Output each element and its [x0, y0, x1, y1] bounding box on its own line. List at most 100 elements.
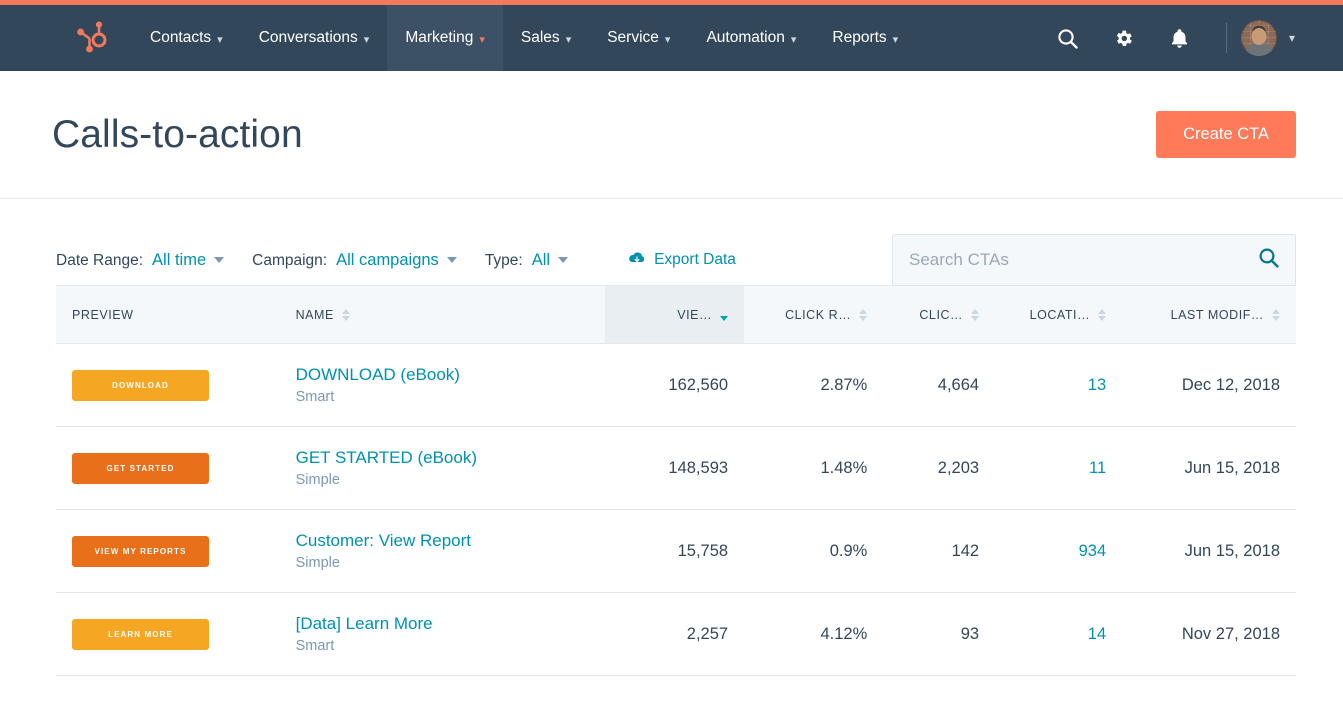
- nav-item-sales[interactable]: Sales ▾: [503, 5, 589, 71]
- sort-descending-icon[interactable]: [720, 309, 729, 321]
- cell-name: DOWNLOAD (eBook) Smart: [279, 343, 605, 427]
- locations-link[interactable]: 13: [1088, 376, 1106, 394]
- search-input[interactable]: [909, 250, 1258, 270]
- locations-link[interactable]: 11: [1089, 459, 1106, 477]
- cta-preview-button[interactable]: VIEW MY REPORTS: [72, 535, 209, 567]
- cell-last-modified: Nov 27, 2018: [1122, 592, 1296, 676]
- nav-item-reports[interactable]: Reports ▾: [814, 5, 916, 71]
- column-header-name[interactable]: NAME: [279, 285, 605, 344]
- column-label: CLICK R…: [785, 307, 852, 322]
- search-icon[interactable]: [1047, 17, 1089, 59]
- cell-locations: 11: [995, 426, 1123, 510]
- campaign-dropdown[interactable]: All campaigns: [336, 251, 457, 270]
- nav-item-automation[interactable]: Automation ▾: [688, 5, 814, 71]
- cta-preview-button[interactable]: GET STARTED: [72, 452, 209, 484]
- cell-preview: LEARN MORE: [56, 592, 280, 676]
- date-range-label: Date Range:: [56, 251, 144, 269]
- cta-type-label: Smart: [295, 388, 335, 405]
- type-filter: Type: All: [485, 251, 569, 270]
- column-label: LOCATI…: [1029, 307, 1091, 322]
- page-title: Calls-to-action: [52, 112, 303, 156]
- campaign-label: Campaign:: [252, 251, 328, 269]
- table-row[interactable]: DOWNLOAD DOWNLOAD (eBook) Smart 162,560 …: [56, 343, 1296, 427]
- user-avatar[interactable]: ▾: [1240, 20, 1295, 56]
- campaign-filter: Campaign: All campaigns: [252, 251, 457, 270]
- date-range-value: All time: [152, 250, 207, 269]
- create-cta-button[interactable]: Create CTA: [1156, 111, 1296, 158]
- chevron-down-icon: ▾: [479, 33, 485, 46]
- column-label: NAME: [295, 307, 334, 322]
- page-header: Calls-to-action Create CTA: [0, 71, 1343, 199]
- chevron-down-icon: ▾: [790, 33, 797, 46]
- cta-type-label: Simple: [295, 471, 340, 488]
- cell-locations: 13: [995, 343, 1123, 427]
- column-header-last-modified[interactable]: LAST MODIF…: [1122, 285, 1296, 344]
- search-cta-box[interactable]: [892, 234, 1296, 286]
- nav-item-conversations[interactable]: Conversations ▾: [241, 5, 388, 71]
- chevron-down-icon: ▾: [363, 33, 370, 46]
- nav-item-service[interactable]: Service ▾: [589, 5, 688, 71]
- cta-type-label: Simple: [295, 554, 340, 571]
- chevron-down-icon: ▾: [892, 33, 899, 46]
- table-row[interactable]: VIEW MY REPORTS Customer: View Report Si…: [56, 509, 1296, 593]
- sort-arrows-icon[interactable]: [1272, 308, 1280, 321]
- nav-item-marketing[interactable]: Marketing ▾: [387, 5, 503, 71]
- table-row[interactable]: GET STARTED GET STARTED (eBook) Simple 1…: [56, 426, 1296, 510]
- cta-name-link[interactable]: [Data] Learn More: [296, 614, 589, 634]
- cell-last-modified: Jun 15, 2018: [1122, 426, 1296, 510]
- sort-arrows-icon[interactable]: [971, 308, 980, 321]
- table-row[interactable]: LEARN MORE [Data] Learn More Smart 2,257…: [56, 592, 1296, 676]
- cell-preview: GET STARTED: [56, 426, 280, 510]
- sort-arrows-icon[interactable]: [1098, 308, 1107, 321]
- cell-views: 148,593: [604, 426, 745, 510]
- date-range-dropdown[interactable]: All time: [152, 250, 225, 270]
- nav-label: Contacts: [150, 29, 212, 46]
- cell-views: 15,758: [604, 509, 745, 593]
- cta-preview-button[interactable]: LEARN MORE: [72, 618, 209, 650]
- cell-click-rate: 4.12%: [744, 592, 884, 676]
- cta-name-link[interactable]: GET STARTED (eBook): [296, 448, 589, 468]
- export-data-button[interactable]: Export Data: [628, 251, 736, 270]
- table-body: DOWNLOAD DOWNLOAD (eBook) Smart 162,560 …: [56, 343, 1296, 676]
- cell-clicks: 4,664: [883, 343, 996, 427]
- cta-table: PREVIEW NAME VIE… CLICK R… CLIC… LOCATI……: [56, 285, 1296, 676]
- nav-item-contacts[interactable]: Contacts ▾: [132, 5, 241, 71]
- nav-menu: Contacts ▾ Conversations ▾ Marketing ▾ S…: [132, 5, 916, 71]
- column-label: CLIC…: [919, 307, 964, 322]
- column-header-locations[interactable]: LOCATI…: [995, 285, 1123, 344]
- cell-click-rate: 2.87%: [744, 343, 884, 427]
- column-label: PREVIEW: [72, 307, 134, 322]
- export-data-label: Export Data: [654, 251, 736, 268]
- sort-arrows-icon[interactable]: [341, 308, 350, 321]
- hubspot-sprocket-logo[interactable]: [0, 5, 132, 71]
- cta-name-link[interactable]: DOWNLOAD (eBook): [296, 365, 589, 385]
- chevron-down-icon: [446, 257, 457, 263]
- locations-link[interactable]: 934: [1079, 542, 1107, 560]
- cell-locations: 934: [995, 509, 1123, 593]
- nav-label: Conversations: [258, 29, 358, 46]
- avatar-face: [1251, 28, 1267, 45]
- search-icon[interactable]: [1258, 247, 1279, 273]
- cell-views: 2,257: [604, 592, 745, 676]
- sort-arrows-icon[interactable]: [859, 308, 868, 321]
- cell-click-rate: 1.48%: [744, 426, 884, 510]
- cta-preview-button[interactable]: DOWNLOAD: [72, 369, 209, 401]
- cell-name: Customer: View Report Simple: [279, 509, 605, 593]
- gear-icon[interactable]: [1103, 17, 1145, 59]
- nav-divider: [1225, 23, 1227, 53]
- table-header: PREVIEW NAME VIE… CLICK R… CLIC… LOCATI……: [56, 285, 1296, 344]
- type-dropdown[interactable]: All: [532, 251, 569, 270]
- table-header-row: PREVIEW NAME VIE… CLICK R… CLIC… LOCATI……: [56, 285, 1296, 344]
- date-range-filter: Date Range: All time: [56, 250, 225, 270]
- column-header-clicks[interactable]: CLIC…: [883, 285, 996, 344]
- column-header-views[interactable]: VIE…: [604, 285, 745, 344]
- cell-locations: 14: [995, 592, 1123, 676]
- bell-icon[interactable]: [1159, 17, 1201, 59]
- column-header-click-rate[interactable]: CLICK R…: [744, 285, 884, 344]
- cta-table-container: PREVIEW NAME VIE… CLICK R… CLIC… LOCATI……: [0, 285, 1343, 676]
- nav-label: Marketing: [405, 29, 474, 46]
- cta-name-link[interactable]: Customer: View Report: [296, 531, 589, 551]
- cell-clicks: 2,203: [883, 426, 996, 510]
- chevron-down-icon: ▾: [664, 33, 671, 46]
- locations-link[interactable]: 14: [1088, 625, 1106, 643]
